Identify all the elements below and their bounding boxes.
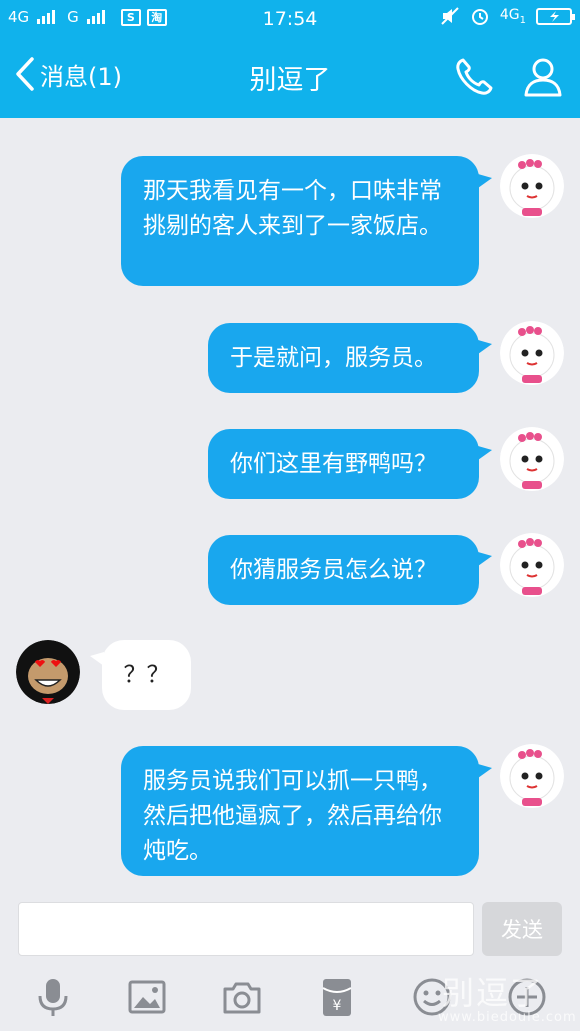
back-label: 消息(1) (40, 62, 122, 91)
avatar-self[interactable] (500, 744, 564, 808)
message-text: 服务员说我们可以抓一只鸭，然后把他逼疯了，然后再给你炖吃。 (143, 768, 442, 864)
message-text: ？？ (123, 662, 170, 688)
avatar-self-image (500, 154, 564, 218)
red-packet-icon[interactable]: ¥ (316, 976, 358, 1018)
message-bubble-outgoing[interactable]: 你猜服务员怎么说？ (208, 535, 479, 605)
message-input[interactable] (18, 902, 474, 956)
avatar-contact[interactable] (16, 640, 80, 704)
bubble-tail (478, 174, 492, 188)
phone-icon[interactable] (452, 55, 496, 99)
avatar-self-image (500, 321, 564, 385)
avatar-self[interactable] (500, 154, 564, 218)
plus-icon[interactable] (506, 976, 548, 1018)
image-icon[interactable] (126, 976, 168, 1018)
emoji-icon[interactable] (411, 976, 453, 1018)
svg-text:¥: ¥ (333, 998, 342, 1014)
battery-icon (536, 7, 575, 25)
avatar-self[interactable] (500, 427, 564, 491)
message-text: 那天我看见有一个，口味非常挑剔的客人来到了一家饭店。 (143, 178, 442, 239)
avatar-self[interactable] (500, 321, 564, 385)
message-bubble-outgoing[interactable]: 于是就问，服务员。 (208, 323, 479, 393)
status-right: 4G1 (440, 6, 575, 26)
avatar-self-image (500, 744, 564, 808)
message-bubble-outgoing[interactable]: 那天我看见有一个，口味非常挑剔的客人来到了一家饭店。 (121, 156, 479, 286)
mute-icon (441, 7, 459, 25)
message-text: 你猜服务员怎么说？ (230, 557, 437, 583)
send-button[interactable]: 发送 (482, 902, 562, 956)
chat-area: 那天我看见有一个，口味非常挑剔的客人来到了一家饭店。 于是就问，服务员。 你们这… (0, 118, 580, 900)
back-button[interactable]: 消息(1) (14, 56, 122, 92)
profile-icon[interactable] (521, 55, 565, 99)
camera-icon[interactable] (221, 976, 263, 1018)
bubble-tail (478, 446, 492, 460)
bubble-tail (478, 552, 492, 566)
message-bubble-outgoing[interactable]: 服务员说我们可以抓一只鸭，然后把他逼疯了，然后再给你炖吃。 (121, 746, 479, 876)
status-bar: 4G G S 淘 17:54 4G1 (0, 0, 580, 38)
message-bubble-outgoing[interactable]: 你们这里有野鸭吗？ (208, 429, 479, 499)
avatar-self[interactable] (500, 533, 564, 597)
input-bar: 发送 (0, 900, 580, 962)
input-toolbar: ¥ (0, 962, 580, 1031)
network-right-sub: 1 (519, 14, 526, 26)
message-text: 于是就问，服务员。 (230, 345, 437, 371)
chevron-left-icon (16, 57, 34, 91)
nav-bar: 消息(1) 别逗了 (0, 38, 580, 118)
avatar-self-image (500, 533, 564, 597)
message-text: 你们这里有野鸭吗？ (230, 451, 437, 477)
avatar-contact-image (16, 640, 80, 704)
bubble-tail (478, 764, 492, 778)
avatar-self-image (500, 427, 564, 491)
bubble-tail (478, 340, 492, 354)
microphone-icon[interactable] (32, 976, 74, 1018)
alarm-icon (471, 9, 488, 25)
message-bubble-incoming[interactable]: ？？ (102, 640, 191, 710)
network-right: 4G1 (499, 6, 526, 26)
